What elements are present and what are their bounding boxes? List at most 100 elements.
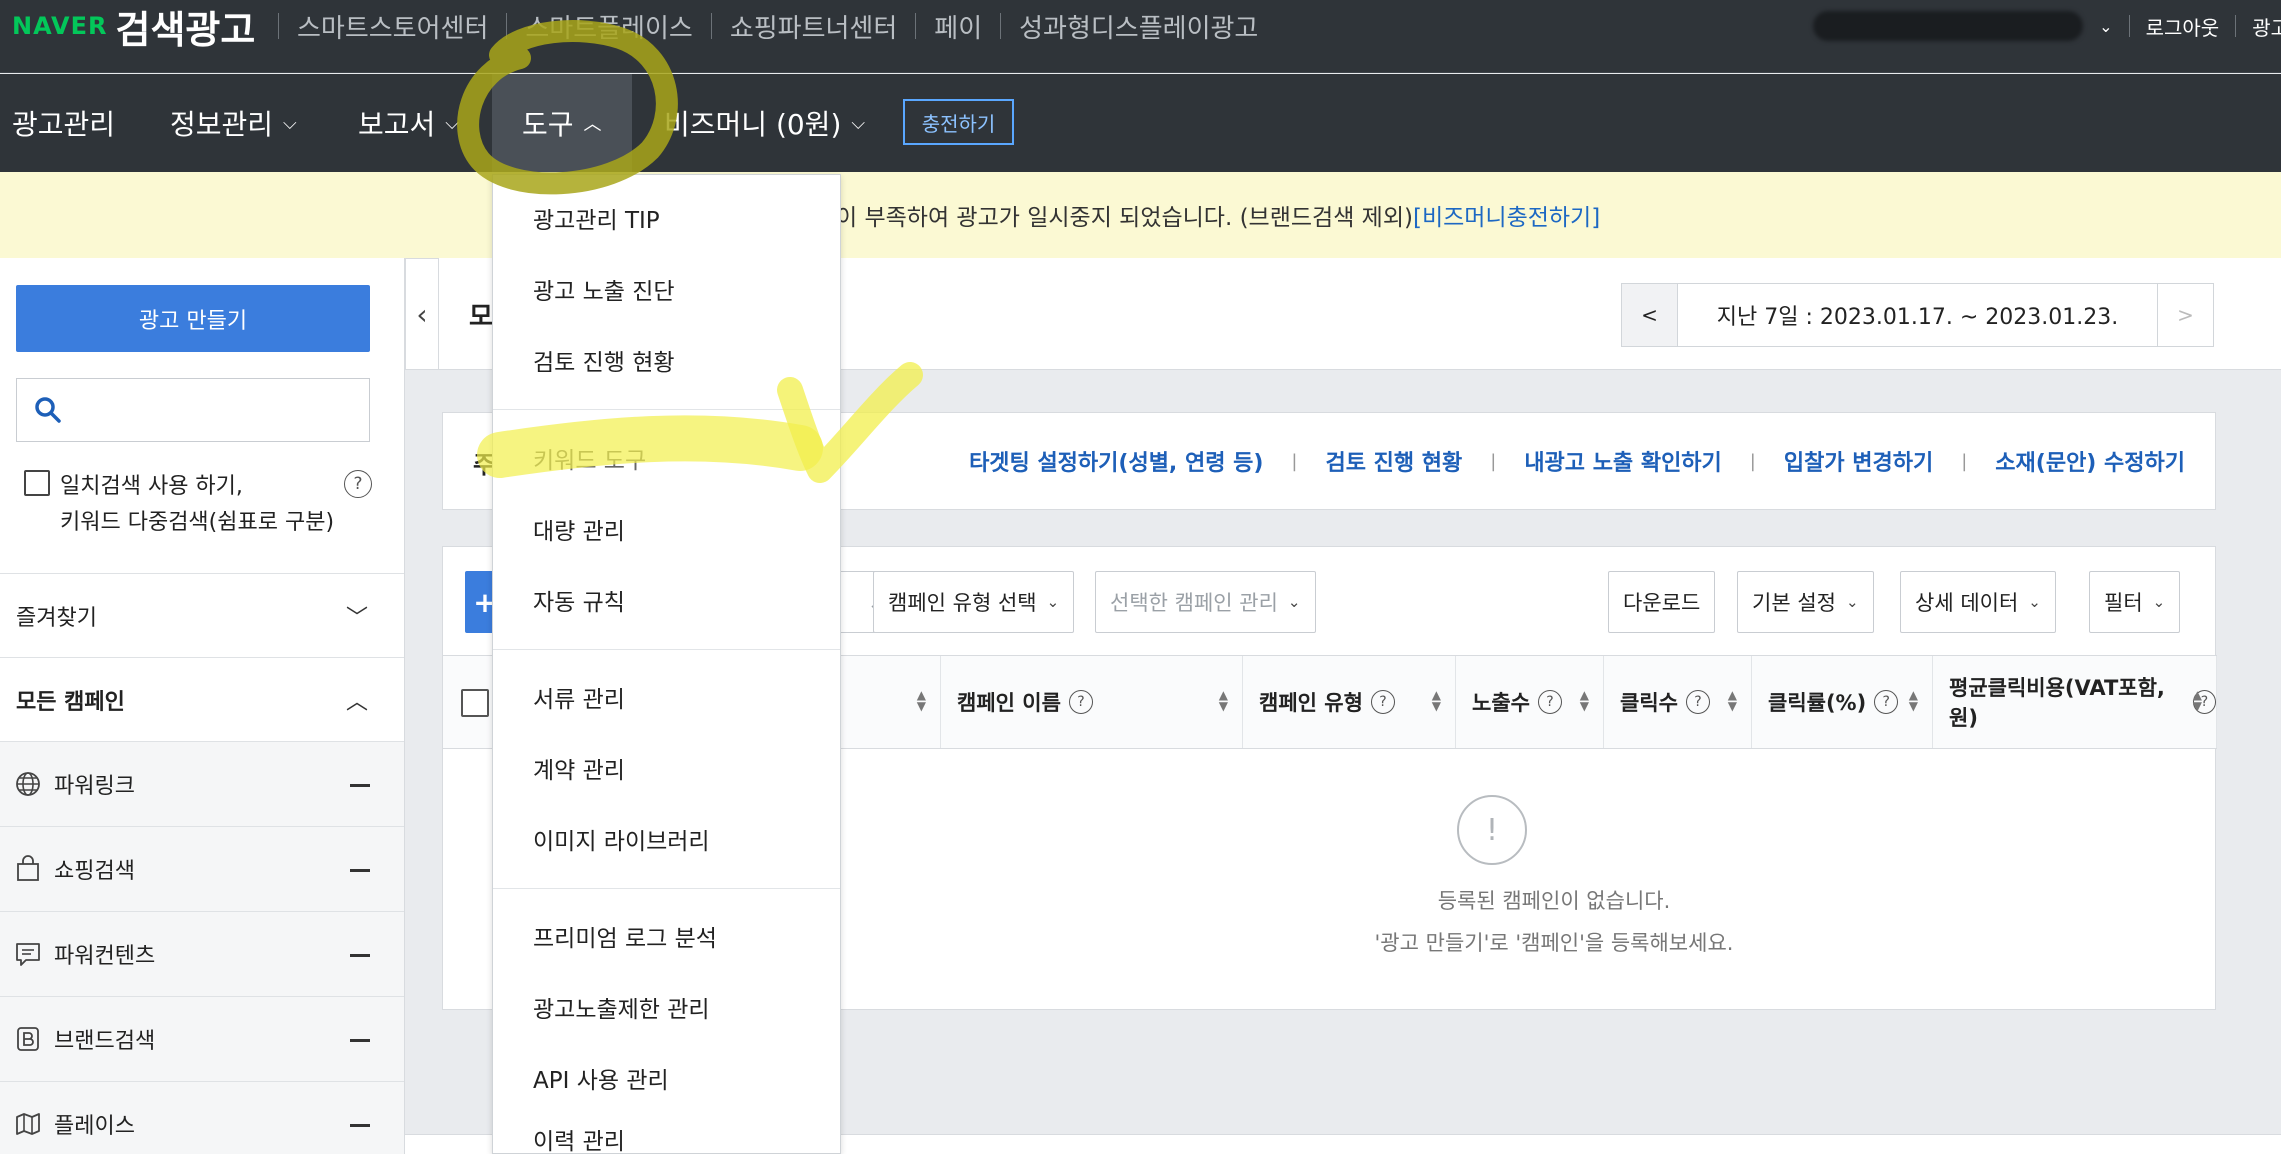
minus-icon[interactable] (350, 954, 370, 957)
link-ad-cut[interactable]: 광고 (2252, 12, 2281, 41)
menu-item-auto-rules[interactable]: 자동 규칙 (493, 570, 840, 630)
help-icon[interactable]: ? (1537, 690, 1562, 714)
tools-dropdown-menu: 광고관리 TIP 광고 노출 진단 검토 진행 현황 키워드 도구 대량 관리 … (492, 174, 841, 1154)
shortcut-links: 타겟팅 설정하기(성별, 연령 등) | 검토 진행 현황 | 내광고 노출 확… (969, 445, 2185, 477)
chevron-down-icon[interactable]: ⌄ (2099, 17, 2112, 36)
campaign-label: 파워링크 (54, 774, 135, 799)
chevron-down-icon: ⌄ (2152, 593, 2166, 611)
campaign-powercontents[interactable]: 파워컨텐츠 (0, 911, 404, 996)
menu-item-premium-log[interactable]: 프리미엄 로그 분석 (493, 906, 840, 966)
column-clicks[interactable]: 클릭수 ? ▲ ▼ (1604, 656, 1752, 748)
link-display-ads[interactable]: 성과형디스플레이광고 (1019, 8, 1258, 45)
link-shopping-partner[interactable]: 쇼핑파트너센터 (730, 8, 897, 45)
menu-item-review-status[interactable]: 검토 진행 현황 (493, 330, 840, 390)
date-next-button[interactable]: > (2157, 284, 2213, 346)
help-icon[interactable]: ? (1685, 690, 1710, 714)
menu-item-exposure-limit[interactable]: 광고노출제한 관리 (493, 977, 840, 1037)
search-input[interactable] (77, 387, 357, 433)
help-icon[interactable]: ? (1068, 690, 1093, 714)
nav-info-management[interactable]: 정보관리 ⌵ (170, 74, 297, 172)
help-icon[interactable]: ? (344, 470, 372, 498)
menu-divider (493, 409, 840, 410)
all-campaigns-toggle[interactable]: 모든 캠페인 ︿ (0, 657, 404, 741)
minus-icon[interactable] (350, 869, 370, 872)
brand-logo[interactable]: NAVER 검색광고 (12, 4, 255, 52)
column-label: 캠페인 유형 (1259, 691, 1363, 715)
nav-reports[interactable]: 보고서 ⌵ (358, 74, 459, 172)
top-service-links: 스마트스토어센터 스마트플레이스 쇼핑파트너센터 페이 성과형디스플레이광고 (260, 4, 1258, 48)
column-ctr[interactable]: 클릭률(%) ? ▲ ▼ (1752, 656, 1933, 748)
chevron-left-icon: ‹ (416, 297, 428, 331)
menu-item-keyword-tool[interactable]: 키워드 도구 (493, 428, 840, 488)
filter-select[interactable]: 필터 ⌄ (2089, 571, 2181, 633)
select-all-checkbox[interactable] (461, 689, 489, 717)
notice-banner: 이 부족하여 광고가 일시중지 되었습니다. (브랜드검색 제외)[비즈머니충전… (0, 172, 2281, 258)
shortcut-targeting[interactable]: 타겟팅 설정하기(성별, 연령 등) (969, 445, 1263, 477)
sidebar-collapse-button[interactable]: ‹ (405, 258, 439, 370)
menu-item-documents[interactable]: 서류 관리 (493, 667, 840, 727)
select-label: 캠페인 유형 선택 (888, 591, 1037, 615)
minus-icon[interactable] (350, 784, 370, 787)
minus-icon[interactable] (350, 1039, 370, 1042)
shortcut-bid-change[interactable]: 입찰가 변경하기 (1784, 445, 1933, 477)
column-label: 클릭수 (1620, 691, 1678, 715)
favorites-toggle[interactable]: 즐겨찾기 ﹀ (0, 573, 404, 657)
menu-item-bulk-management[interactable]: 대량 관리 (493, 499, 840, 559)
charge-button[interactable]: 충전하기 (903, 99, 1014, 145)
minus-icon[interactable] (350, 1124, 370, 1127)
map-icon (16, 1113, 40, 1135)
menu-item-image-library[interactable]: 이미지 라이브러리 (493, 809, 840, 869)
user-area: ⌄ 로그아웃 광고 (1813, 4, 2281, 48)
create-ad-button[interactable]: 광고 만들기 (16, 285, 370, 352)
campaign-brand[interactable]: 브랜드검색 (0, 996, 404, 1081)
column-campaign-type[interactable]: 캠페인 유형 ? ▲ ▼ (1243, 656, 1456, 748)
exact-search-checkbox[interactable] (24, 470, 50, 496)
campaign-place[interactable]: 플레이스 (0, 1081, 404, 1154)
campaign-search-box[interactable] (16, 378, 370, 442)
link-smartplace[interactable]: 스마트플레이스 (525, 8, 692, 45)
shortcut-ad-exposure[interactable]: 내광고 노출 확인하기 (1524, 445, 1721, 477)
menu-item-contracts[interactable]: 계약 관리 (493, 738, 840, 798)
date-range-label[interactable]: 지난 7일 : 2023.01.17. ~ 2023.01.23. (1678, 284, 2157, 346)
date-range-selector: < 지난 7일 : 2023.01.17. ~ 2023.01.23. > (1621, 283, 2214, 347)
nav-bizmoney[interactable]: 비즈머니 (0원) ⌵ (664, 74, 865, 172)
link-pay[interactable]: 페이 (934, 8, 982, 45)
sidebar: 광고 만들기 일치검색 사용 하기, 키워드 다중검색(쉼표로 구분) ? 즐겨… (0, 258, 405, 1154)
nav-tools[interactable]: 도구 ︿ (492, 74, 632, 172)
chevron-down-icon: ⌵ (445, 112, 459, 134)
column-label: 클릭률(%) (1768, 691, 1867, 715)
column-impressions[interactable]: 노출수 ? ▲ ▼ (1456, 656, 1604, 748)
logout-link[interactable]: 로그아웃 (2146, 12, 2220, 41)
chevron-down-icon: ⌄ (1845, 593, 1859, 611)
manage-selected-campaign-select[interactable]: 선택한 캠페인 관리 ⌄ (1095, 571, 1316, 633)
menu-item-history[interactable]: 이력 관리 (493, 1109, 840, 1154)
column-avg-cpc[interactable]: 평균클릭비용(VAT포함,원) ? ▲ ▼ (1933, 656, 2217, 748)
help-icon[interactable]: ? (1874, 690, 1899, 714)
nav-label: 도구 (522, 108, 574, 141)
download-button[interactable]: 다운로드 (1608, 571, 1716, 633)
nav-label: 광고관리 (12, 108, 116, 141)
campaign-shopping[interactable]: 쇼핑검색 (0, 826, 404, 911)
bizmoney-charge-link[interactable]: [비즈머니충전하기] (1413, 205, 1600, 231)
menu-item-api-usage[interactable]: API 사용 관리 (493, 1048, 840, 1108)
help-icon[interactable]: ? (1370, 690, 1395, 714)
divider (1000, 13, 1002, 39)
nav-ad-management[interactable]: 광고관리 (12, 74, 115, 172)
default-setting-select[interactable]: 기본 설정 ⌄ (1737, 571, 1874, 633)
campaign-type-select[interactable]: 캠페인 유형 선택 ⌄ (873, 571, 1075, 633)
column-campaign-name[interactable]: 캠페인 이름 ? ▲ ▼ (941, 656, 1243, 748)
menu-item-exposure-diagnosis[interactable]: 광고 노출 진단 (493, 259, 840, 319)
button-label: 다운로드 (1623, 591, 1701, 615)
campaign-powerlink[interactable]: 파워링크 (0, 741, 404, 826)
menu-item-ad-tip[interactable]: 광고관리 TIP (493, 188, 840, 248)
favorites-label: 즐겨찾기 (16, 605, 97, 631)
date-prev-button[interactable]: < (1622, 284, 1678, 346)
column-label: 노출수 (1472, 691, 1530, 715)
chevron-down-icon: ⌄ (1287, 593, 1301, 611)
redacted-user-name[interactable] (1813, 11, 2084, 41)
shortcut-review-status[interactable]: 검토 진행 현황 (1325, 445, 1462, 477)
link-smartstore[interactable]: 스마트스토어센터 (297, 8, 488, 45)
nav-label: 보고서 (358, 108, 436, 141)
shortcut-creative-edit[interactable]: 소재(문안) 수정하기 (1995, 445, 2185, 477)
detail-data-select[interactable]: 상세 데이터 ⌄ (1900, 571, 2056, 633)
